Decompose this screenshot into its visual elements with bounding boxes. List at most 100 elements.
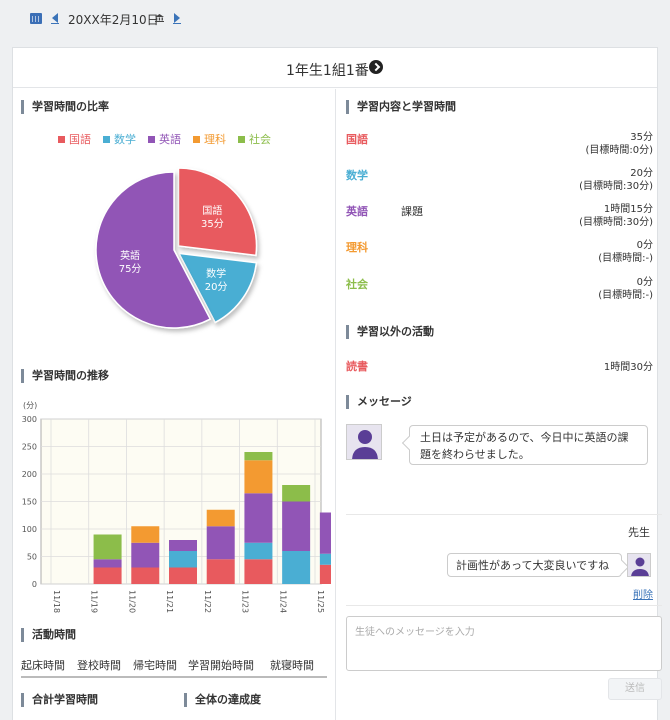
- arrow-circle-right-icon[interactable]: [369, 60, 383, 74]
- activity-column-wake: 起床時間: [21, 659, 65, 672]
- caret-right-icon[interactable]: [172, 12, 184, 24]
- pie-slice-label: 数学: [206, 267, 226, 280]
- legend-item-japanese: 国語: [58, 131, 91, 147]
- x-tick-label: 11/23: [241, 590, 250, 613]
- other-activity-row: 読書 1時間30分: [346, 358, 661, 388]
- x-tick-label: 11/25: [316, 590, 325, 613]
- pie-slice-label: 国語: [202, 204, 222, 217]
- legend-swatch: [103, 135, 110, 143]
- subject-name: 国語: [346, 133, 368, 146]
- send-button[interactable]: 送信: [608, 678, 662, 700]
- total-section-title: 合計学習時間: [21, 693, 98, 707]
- subject-row-english: 英語 課題 1時間15分 (目標時間:30分): [346, 203, 661, 233]
- bar-segment: [93, 559, 122, 568]
- message-input[interactable]: [346, 616, 662, 671]
- goal-time: (目標時間:-): [598, 290, 653, 301]
- date-navigation: 20XX年2月10日: [0, 0, 670, 36]
- caret-left-icon[interactable]: [50, 12, 62, 24]
- bar-segment: [131, 542, 160, 568]
- legend-item-social: 社会: [238, 131, 271, 147]
- bar-segment: [319, 564, 331, 584]
- bar-segment: [169, 540, 197, 551]
- legend-swatch: [193, 135, 200, 143]
- bar-segment: [93, 534, 122, 560]
- x-tick-label: 11/18: [52, 590, 61, 613]
- y-tick-label: 250: [22, 443, 37, 452]
- content-section-title: 学習内容と学習時間: [346, 100, 456, 114]
- activity-column-school: 登校時間: [77, 659, 121, 672]
- y-tick-label: 200: [22, 470, 37, 479]
- goal-time: (目標時間:-): [598, 253, 653, 264]
- subject-time: 35分 (目標時間:0分): [585, 131, 653, 157]
- student-message-bubble: 土日は予定があるので、今日中に英語の課題を終わらせました。: [409, 425, 648, 465]
- subject-row-science: 理科 0分 (目標時間:-): [346, 239, 661, 269]
- activity-time: 1時間30分: [603, 362, 653, 373]
- student-name: 1年生1組1番: [286, 63, 369, 79]
- message-section-title: メッセージ: [346, 395, 412, 409]
- subject-name: 社会: [346, 278, 368, 291]
- y-tick-label: 0: [32, 580, 37, 589]
- student-avatar: [346, 424, 382, 460]
- subject-row-japanese: 国語 35分 (目標時間:0分): [346, 131, 661, 161]
- achievement-section-title: 全体の達成度: [184, 693, 261, 707]
- subject-task: 課題: [401, 205, 423, 218]
- teacher-avatar: [627, 553, 651, 577]
- subject-name: 数学: [346, 169, 368, 182]
- y-tick-label: 300: [22, 415, 37, 424]
- person-icon: [631, 557, 649, 576]
- other-activity-section-title: 学習以外の活動: [346, 325, 434, 339]
- pie-legend: 国語 数学 英語 理科 社会: [58, 131, 271, 147]
- bar-segment: [282, 485, 311, 502]
- pie-slice-value: 20分: [205, 281, 228, 293]
- goal-time: (目標時間:30分): [579, 181, 653, 192]
- subject-name: 理科: [346, 241, 368, 254]
- activity-table-header: 起床時間 登校時間 帰宅時間 学習開始時間 就寝時間: [21, 657, 327, 678]
- subject-row-social: 社会 0分 (目標時間:-): [346, 276, 661, 306]
- y-tick-label: 100: [22, 525, 37, 534]
- x-tick-label: 11/24: [278, 590, 287, 613]
- bar-segment: [169, 567, 197, 584]
- teacher-message-bubble: 計画性があって大変良いですね: [447, 553, 622, 577]
- legend-label: 国語: [69, 133, 91, 146]
- legend-swatch: [238, 135, 245, 143]
- bank-icon[interactable]: [155, 14, 164, 24]
- column-divider: [335, 89, 336, 720]
- bar-chart: (分) 0 50 100 150 200 250 300 11/18 11/19 11/20 11/2…: [22, 401, 331, 613]
- study-time: 1時間15分: [603, 204, 653, 215]
- bar-segment: [244, 542, 273, 560]
- legend-item-math: 数学: [103, 131, 136, 147]
- study-time: 20分: [630, 168, 653, 179]
- activity-name: 読書: [346, 360, 368, 373]
- bar-segment: [319, 512, 331, 554]
- subject-name: 英語: [346, 205, 368, 218]
- pie-slice-value: 35分: [201, 218, 224, 230]
- person-icon: [352, 430, 378, 459]
- bar-segment: [131, 526, 160, 543]
- activity-column-study-start: 学習開始時間: [188, 659, 254, 672]
- bar-segment: [206, 559, 235, 584]
- goal-time: (目標時間:30分): [579, 217, 653, 228]
- card-header: 1年生1組1番: [13, 48, 657, 88]
- y-tick-label: 150: [22, 498, 37, 507]
- legend-label: 英語: [159, 133, 181, 146]
- activity-section-title: 活動時間: [21, 628, 76, 642]
- bar-segment: [282, 551, 311, 584]
- subject-time: 0分 (目標時間:-): [598, 239, 653, 265]
- delete-message-link[interactable]: 削除: [633, 586, 653, 601]
- bar-segment: [169, 551, 197, 568]
- bar-segment: [206, 526, 235, 560]
- pie-slice-label: 英語: [120, 249, 140, 262]
- bar-segment: [244, 460, 273, 494]
- legend-swatch: [148, 135, 155, 143]
- x-tick-label: 11/19: [90, 590, 99, 613]
- y-tick-label: 50: [27, 553, 37, 562]
- teacher-label: 先生: [628, 526, 650, 539]
- calendar-icon[interactable]: [30, 13, 42, 24]
- legend-swatch: [58, 135, 65, 143]
- y-axis-unit: (分): [23, 401, 37, 410]
- pie-chart: 国語35分数学20分 英語75分: [95, 167, 258, 329]
- legend-label: 社会: [249, 133, 271, 146]
- legend-item-science: 理科: [193, 131, 226, 147]
- bar-segment: [244, 493, 273, 543]
- study-time: 0分: [636, 277, 653, 288]
